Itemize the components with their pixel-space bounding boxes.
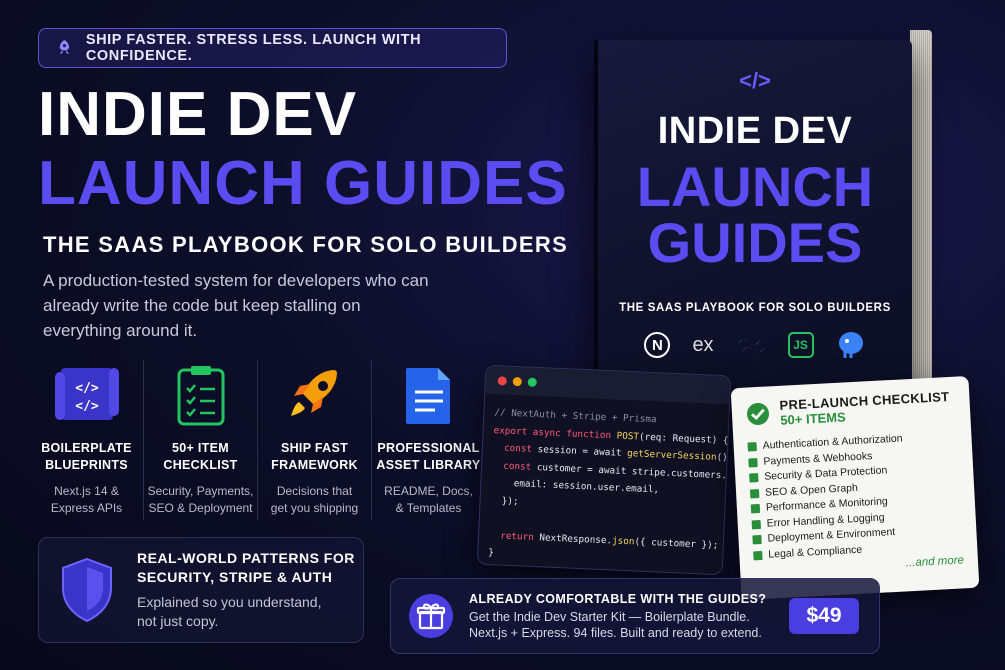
starter-kit-banner[interactable]: ALREADY COMFORTABLE WITH THE GUIDES? Get… xyxy=(390,578,880,654)
code-token: getServerSession xyxy=(626,447,717,463)
shield-icon xyxy=(62,557,112,623)
code-token: } xyxy=(488,547,495,559)
checkbox-icon xyxy=(747,442,757,452)
code-comment: // NextAuth + Stripe + Prisma xyxy=(494,407,657,426)
patterns-title: SECURITY, STRIPE & AUTH xyxy=(137,569,333,585)
patterns-title: REAL-WORLD PATTERNS FOR xyxy=(137,550,355,566)
code-token: email: session.user.email, xyxy=(491,477,660,496)
code-icon: </> xyxy=(739,68,771,93)
checkbox-icon xyxy=(750,504,761,514)
svg-text:</>: </> xyxy=(75,399,99,414)
checkbox-icon xyxy=(749,473,759,483)
feature-title: FRAMEWORK xyxy=(271,458,358,472)
postgres-logo-icon xyxy=(838,332,863,358)
book-title-line1: INDIE DEV xyxy=(657,110,853,152)
code-scroll-icon: </> </> xyxy=(54,368,119,420)
code-token: NextResponse. xyxy=(539,531,613,546)
nodejs-logo-icon: JS xyxy=(787,332,814,358)
feature-title: BLUEPRINTS xyxy=(45,458,128,472)
checkbox-icon xyxy=(751,519,762,530)
prelaunch-checklist-card: PRE-LAUNCH CHECKLIST 50+ ITEMS Authentic… xyxy=(730,375,980,601)
patterns-card: REAL-WORLD PATTERNS FOR SECURITY, STRIPE… xyxy=(38,537,364,643)
code-token: session = await xyxy=(537,444,628,459)
feature-desc: Decisions that xyxy=(276,484,353,498)
feature-boilerplate: </> </> BOILERPLATE BLUEPRINTS Next.js 1… xyxy=(30,360,144,520)
code-token: }); xyxy=(490,494,519,507)
feature-title: SHIP FAST xyxy=(280,441,349,455)
express-logo-icon: ex xyxy=(692,333,714,356)
tagline-banner: SHIP FASTER. STRESS LESS. LAUNCH WITH CO… xyxy=(38,28,507,68)
checkbox-icon xyxy=(748,457,758,468)
book-title-line2: LAUNCH xyxy=(636,155,874,218)
maximize-dot xyxy=(527,377,537,387)
code-token: (req: Request) { xyxy=(638,431,729,446)
code-token: const xyxy=(491,459,538,473)
nodejs-logo-letters: JS xyxy=(793,338,808,352)
code-token: const xyxy=(492,442,538,456)
rocket-icon xyxy=(59,40,70,55)
code-token: (); xyxy=(716,451,732,464)
nextjs-logo-icon: N xyxy=(644,332,671,358)
tagline-text: SHIP FASTER. STRESS LESS. LAUNCH WITH CO… xyxy=(85,32,422,64)
close-dot xyxy=(497,375,508,386)
feature-framework: SHIP FAST FRAMEWORK Decisions that get y… xyxy=(258,360,372,520)
page-subtitle: THE SAAS PLAYBOOK FOR SOLO BUILDERS xyxy=(43,232,569,257)
feature-desc: & Templates xyxy=(395,501,462,515)
feature-desc: README, Docs, xyxy=(384,484,473,498)
code-token: json xyxy=(611,534,635,547)
book-pages xyxy=(910,30,932,390)
clipboard-icon xyxy=(177,366,224,426)
feature-desc: Security, Payments, xyxy=(147,484,254,498)
feature-desc: Express APIs xyxy=(50,501,123,515)
price-button[interactable]: $49 xyxy=(789,598,859,634)
book-subtitle: THE SAAS PLAYBOOK FOR SOLO BUILDERS xyxy=(619,302,891,314)
feature-row: </> </> BOILERPLATE BLUEPRINTS Next.js 1… xyxy=(30,360,485,520)
code-token: create xyxy=(726,469,732,483)
code-token: customer = await stripe.customers. xyxy=(536,461,728,481)
starter-desc: Get the Indie Dev Starter Kit — Boilerpl… xyxy=(469,609,750,624)
feature-desc: Next.js 14 & xyxy=(54,484,119,498)
feature-checklist: 50+ ITEM CHECKLIST Security, Payments, S… xyxy=(144,360,258,520)
tech-logos: N ex JS xyxy=(598,330,912,360)
checkbox-icon xyxy=(749,488,760,499)
patterns-desc: Explained so you understand, xyxy=(137,594,322,610)
feature-title: ASSET LIBRARY xyxy=(376,458,481,472)
headline-line2: LAUNCH GUIDES xyxy=(38,149,568,218)
checkbox-icon xyxy=(752,535,762,545)
checkbox-icon xyxy=(753,550,763,561)
book-title-line3: GUIDES xyxy=(647,211,863,274)
nextjs-logo-letter: N xyxy=(652,336,663,354)
checklist-items: Authentication & Authorization Payments … xyxy=(747,429,963,564)
rocket-icon xyxy=(290,370,337,416)
starter-desc: Next.js + Express. 94 files. Built and r… xyxy=(469,625,762,640)
book-cover: </> INDIE DEV LAUNCH GUIDES THE SAAS PLA… xyxy=(594,40,912,395)
feature-desc: SEO & Deployment xyxy=(148,501,253,515)
gift-icon xyxy=(409,594,453,638)
page-description: A production-tested system for developer… xyxy=(43,271,429,340)
feature-title: 50+ ITEM xyxy=(172,441,229,455)
patterns-desc: not just copy. xyxy=(137,613,219,629)
code-editor-window: // NextAuth + Stripe + Prisma export asy… xyxy=(476,364,732,576)
code-token: ({ customer }); xyxy=(634,535,719,551)
starter-title: ALREADY COMFORTABLE WITH THE GUIDES? xyxy=(469,591,767,606)
headline-line1: INDIE DEV xyxy=(38,80,358,149)
code-token: export async function xyxy=(493,424,617,442)
code-token: return xyxy=(488,529,540,543)
document-icon xyxy=(405,368,450,424)
svg-text:</>: </> xyxy=(75,381,99,396)
feature-assets: PROFESSIONAL ASSET LIBRARY README, Docs,… xyxy=(372,360,485,520)
tailwind-logo-icon xyxy=(737,339,764,353)
minimize-dot xyxy=(512,376,522,386)
code-token: POST xyxy=(616,430,640,442)
check-circle-icon xyxy=(746,402,769,425)
feature-title: PROFESSIONAL xyxy=(377,441,480,455)
feature-title: BOILERPLATE xyxy=(41,441,132,455)
feature-desc: get you shipping xyxy=(270,501,359,515)
feature-title: CHECKLIST xyxy=(163,458,238,472)
code-snippet: // NextAuth + Stripe + Prisma export asy… xyxy=(477,394,732,576)
